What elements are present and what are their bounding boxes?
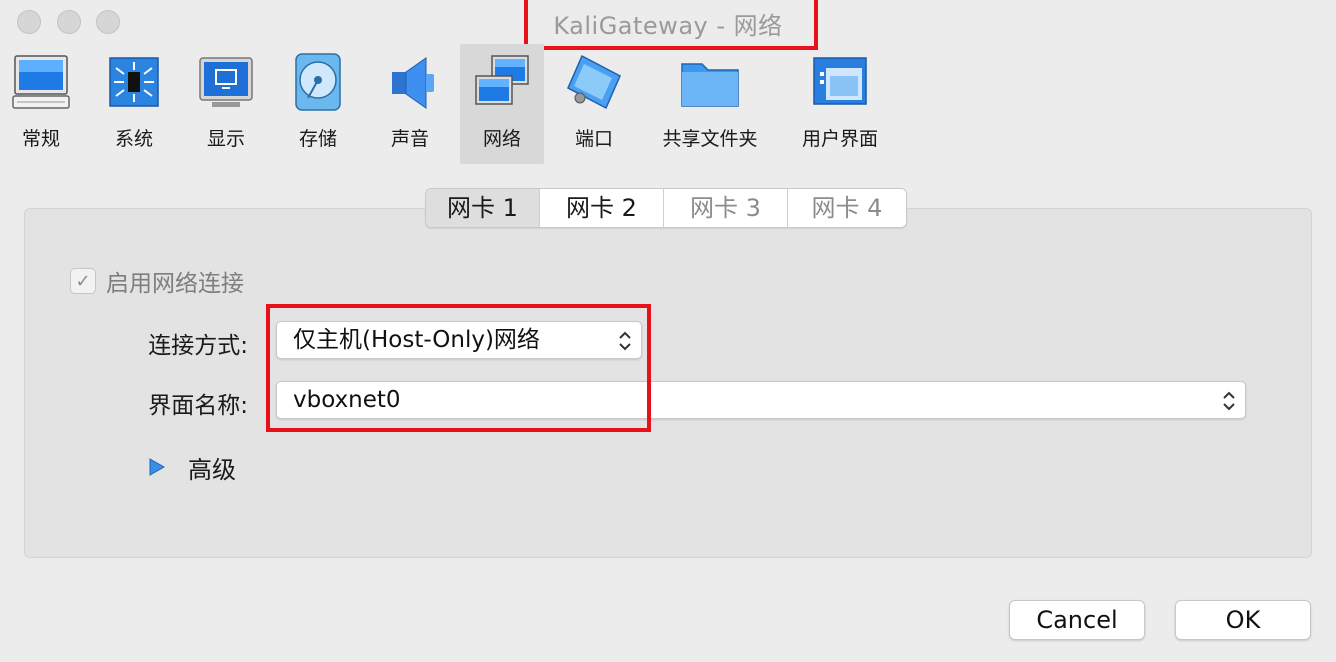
window-title: KaliGateway - 网络 — [553, 12, 783, 40]
toolbar-label-user-interface: 用户界面 — [801, 128, 878, 150]
ui-window-icon — [813, 57, 867, 105]
toolbar-item-audio[interactable]: 声音 — [370, 44, 450, 164]
advanced-label: 高级 — [188, 455, 236, 484]
folder-icon — [681, 63, 739, 107]
attached-to-select[interactable]: 仅主机(Host-Only)网络 — [276, 321, 642, 359]
disk-icon — [295, 53, 341, 111]
title-bar: KaliGateway - 网络 — [0, 0, 1336, 44]
serial-port-icon — [567, 54, 621, 110]
toolbar-item-network[interactable]: 网络 — [460, 44, 544, 164]
chevron-up-down-icon — [619, 331, 631, 351]
toolbar-label-audio: 声音 — [390, 128, 429, 150]
toolbar-label-shared-folders: 共享文件夹 — [662, 128, 758, 150]
attached-to-label: 连接方式: — [148, 333, 248, 359]
ok-button[interactable]: OK — [1175, 600, 1311, 640]
toolbar-item-display[interactable]: 显示 — [186, 44, 266, 164]
tab-adapter-3[interactable]: 网卡 3 — [664, 189, 788, 227]
disclosure-triangle-icon[interactable] — [148, 457, 166, 477]
advanced-row[interactable]: 高级 — [148, 450, 236, 484]
adapter-tab-bar: 网卡 1 网卡 2 网卡 3 网卡 4 — [425, 188, 907, 228]
toolbar-label-general: 常规 — [21, 128, 60, 150]
enable-network-row: ✓ 启用网络连接 — [70, 266, 244, 297]
toolbar-label-ports: 端口 — [574, 128, 613, 150]
toolbar-label-storage: 存储 — [298, 128, 337, 150]
display-icon — [199, 57, 253, 107]
chip-icon — [109, 57, 159, 107]
toolbar-item-ports[interactable]: 端口 — [554, 44, 634, 164]
tab-adapter-2[interactable]: 网卡 2 — [540, 189, 664, 227]
cancel-button[interactable]: Cancel — [1009, 600, 1145, 640]
chevron-up-down-icon — [1223, 391, 1235, 411]
interface-name-select[interactable]: vboxnet0 — [276, 381, 1246, 419]
toolbar-item-shared-folders[interactable]: 共享文件夹 — [652, 44, 768, 164]
enable-network-checkbox[interactable]: ✓ — [70, 268, 96, 294]
toolbar-item-storage[interactable]: 存储 — [278, 44, 358, 164]
checkmark-icon: ✓ — [75, 270, 91, 292]
attached-to-value: 仅主机(Host-Only)网络 — [293, 327, 540, 353]
interface-name-value: vboxnet0 — [293, 387, 401, 413]
interface-name-label: 界面名称: — [148, 393, 248, 419]
speaker-icon — [392, 57, 434, 109]
toolbar-label-system: 系统 — [114, 128, 153, 150]
toolbar-label-network: 网络 — [482, 128, 521, 150]
network-icon — [475, 55, 529, 105]
toolbar-item-general[interactable]: 常规 — [0, 44, 82, 164]
enable-network-label: 启用网络连接 — [106, 271, 244, 297]
settings-toolbar: 常规 系统 显示 存储 声音 网络 端口 共享文件夹 用户界面 — [0, 44, 1336, 164]
tab-adapter-4[interactable]: 网卡 4 — [788, 189, 906, 227]
toolbar-label-display: 显示 — [206, 128, 245, 150]
monitor-icon — [12, 55, 70, 109]
toolbar-item-user-interface[interactable]: 用户界面 — [790, 44, 890, 164]
toolbar-item-system[interactable]: 系统 — [94, 44, 174, 164]
tab-adapter-1[interactable]: 网卡 1 — [426, 189, 540, 227]
